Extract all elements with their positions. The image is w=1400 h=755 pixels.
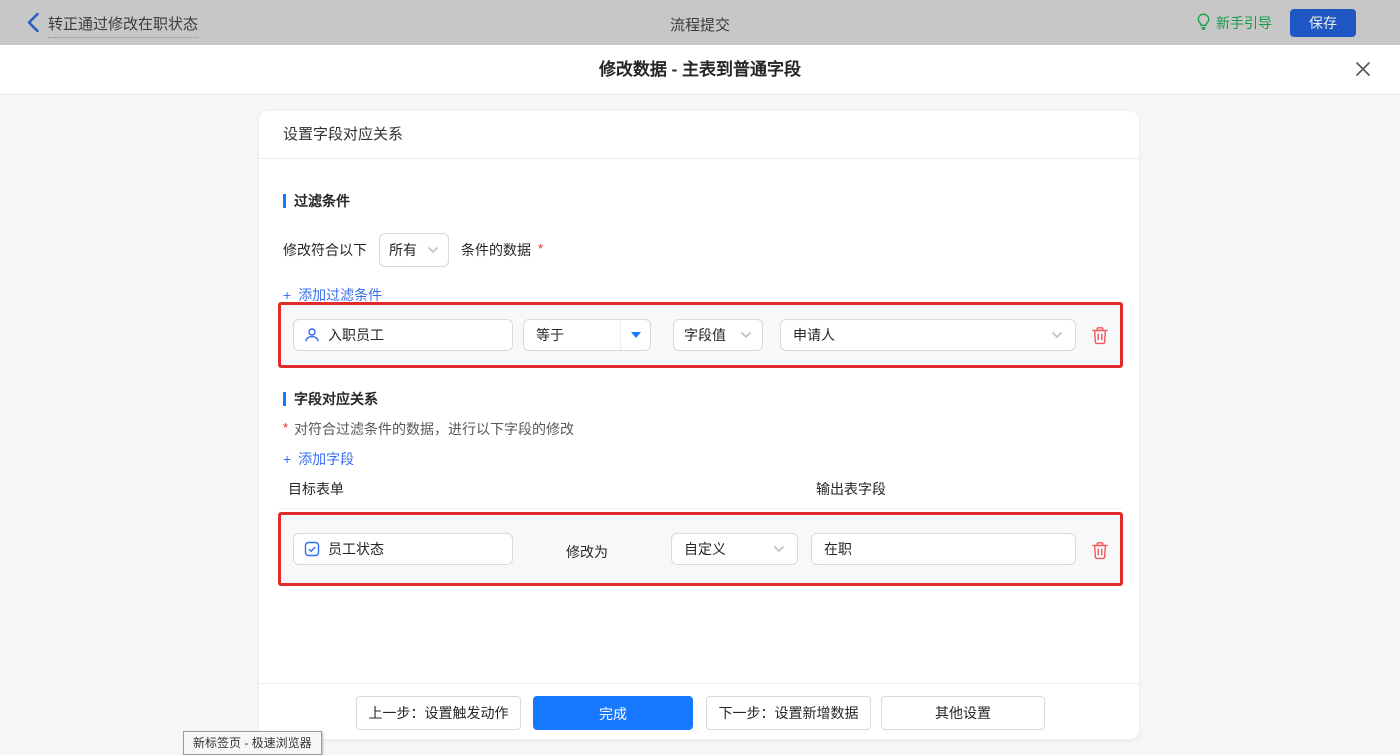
section-bar	[283, 392, 286, 406]
other-settings-button[interactable]: 其他设置	[881, 696, 1045, 730]
chevron-down-icon	[773, 545, 785, 553]
bulb-icon	[1196, 13, 1211, 33]
sentence-prefix: 修改符合以下	[283, 242, 367, 258]
table-divider	[278, 508, 1123, 509]
match-mode-value: 所有	[389, 242, 417, 258]
sentence-suffix: 条件的数据	[461, 242, 531, 258]
operator-caret-button[interactable]	[620, 320, 650, 350]
filter-value-select[interactable]: 申请人	[780, 319, 1076, 351]
filter-section-title: 过滤条件	[283, 191, 350, 211]
screen: 转正通过修改在职状态 流程提交 新手引导 保存 修改数据 - 主表到普通字段 设…	[0, 0, 1400, 755]
filter-value: 申请人	[793, 327, 835, 343]
value-type-value: 字段值	[684, 327, 726, 343]
save-button[interactable]: 保存	[1290, 9, 1356, 37]
done-button[interactable]: 完成	[533, 696, 693, 730]
mapping-section-label: 字段对应关系	[294, 391, 378, 407]
mapping-row-annotation-box: 员工状态 修改为 自定义 在职	[278, 512, 1123, 586]
modal-title: 修改数据 - 主表到普通字段	[598, 60, 802, 79]
field-mapping-card: 设置字段对应关系 过滤条件 修改符合以下 所有 条件的数据 * + 添加过滤条件	[258, 110, 1140, 740]
delete-mapping-row-icon[interactable]	[1091, 541, 1109, 560]
filter-condition-sentence: 修改符合以下 所有 条件的数据 *	[283, 233, 543, 267]
filter-section-label: 过滤条件	[294, 193, 350, 209]
chevron-down-icon	[427, 246, 439, 254]
modify-to-label: 修改为	[566, 544, 608, 560]
page-title: 流程提交	[669, 17, 730, 34]
mapping-description-text: 对符合过滤条件的数据，进行以下字段的修改	[294, 421, 575, 437]
value-type-select[interactable]: 字段值	[673, 319, 763, 351]
filter-field-value: 入职员工	[328, 327, 384, 343]
value-mode-value: 自定义	[684, 541, 726, 557]
value-mode-select[interactable]: 自定义	[671, 533, 798, 565]
add-field-link[interactable]: + 添加字段	[283, 449, 354, 469]
mapping-section-title: 字段对应关系	[283, 389, 378, 409]
beginner-guide-link[interactable]: 新手引导	[1196, 13, 1272, 33]
beginner-guide-label: 新手引导	[1216, 15, 1272, 31]
mapping-description: * 对符合过滤条件的数据，进行以下字段的修改	[283, 419, 574, 439]
browser-status-tooltip: 新标签页 - 极速浏览器	[183, 731, 322, 755]
delete-filter-row-icon[interactable]	[1091, 326, 1109, 345]
close-icon[interactable]	[1354, 60, 1374, 80]
chevron-down-icon	[740, 331, 752, 339]
operator-value: 等于	[536, 327, 564, 343]
output-value: 在职	[824, 541, 852, 557]
footer-divider	[259, 683, 1139, 684]
filter-field-input[interactable]: 入职员工	[293, 319, 513, 351]
modal-header: 修改数据 - 主表到普通字段	[0, 45, 1400, 95]
card-header: 设置字段对应关系	[259, 111, 1139, 159]
prev-step-button[interactable]: 上一步：设置触发动作	[356, 696, 521, 730]
section-bar	[283, 194, 286, 208]
plus-icon: +	[283, 451, 292, 467]
target-field-value: 员工状态	[328, 541, 384, 557]
add-field-label: 添加字段	[298, 451, 355, 467]
next-step-button[interactable]: 下一步：设置新增数据	[706, 696, 871, 730]
output-value-input[interactable]: 在职	[811, 533, 1076, 565]
operator-select[interactable]: 等于	[523, 319, 651, 351]
person-icon	[305, 328, 319, 342]
top-bar: 转正通过修改在职状态 流程提交 新手引导 保存	[0, 0, 1400, 45]
required-asterisk: *	[283, 420, 289, 435]
card-header-title: 设置字段对应关系	[283, 126, 404, 143]
checkbox-field-icon	[304, 541, 320, 557]
column-header-target-form: 目标表单	[288, 481, 344, 497]
required-asterisk: *	[538, 240, 544, 256]
chevron-down-icon	[1051, 331, 1063, 339]
caret-down-icon	[630, 332, 641, 338]
column-header-output-field: 输出表字段	[816, 481, 886, 497]
target-field-input[interactable]: 员工状态	[293, 533, 513, 565]
plus-icon: +	[283, 287, 292, 303]
filter-row-annotation-box: 入职员工 等于 字段值 申请人	[278, 302, 1123, 368]
match-mode-select[interactable]: 所有	[379, 233, 449, 267]
